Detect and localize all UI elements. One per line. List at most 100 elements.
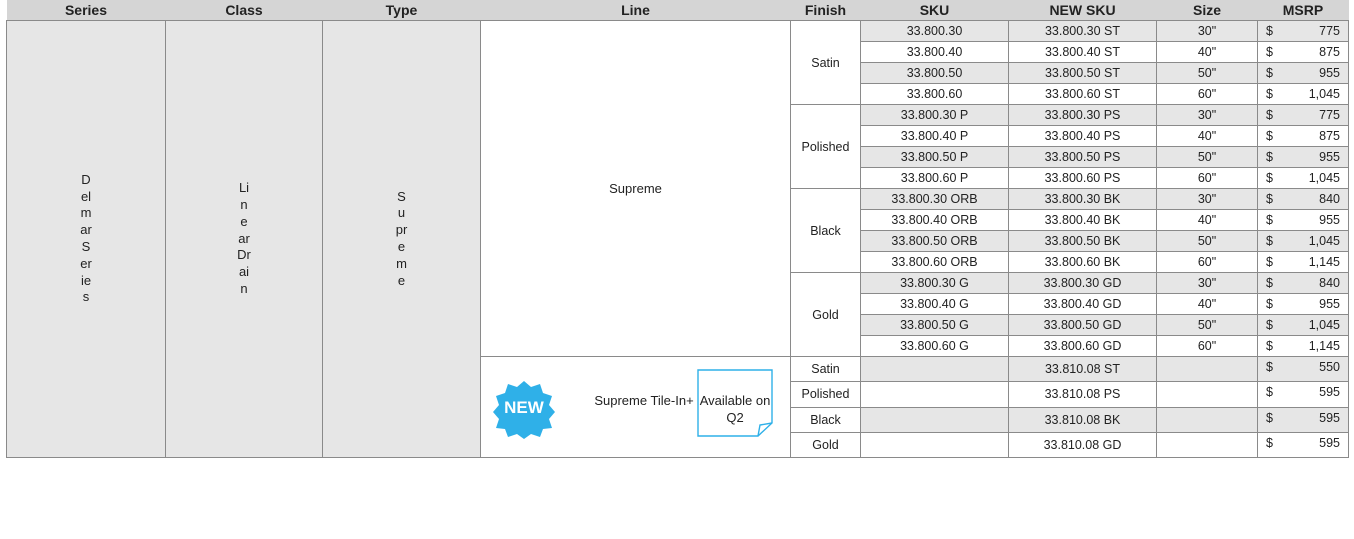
size-cell: 60" [1156,251,1258,273]
sku-cell: 33.800.50 P [860,146,1009,168]
type-cell-text: Supreme [395,188,408,288]
new-sku-cell: 33.810.08 PS [1008,381,1157,408]
sku-cell: 33.800.30 ORB [860,188,1009,210]
currency-symbol: $ [1266,410,1273,425]
new-sku-cell: 33.800.40 GD [1008,293,1157,315]
currency-symbol: $ [1266,360,1273,374]
header-class: Class [165,0,323,21]
sku-cell: 33.800.50 G [860,314,1009,336]
currency-symbol: $ [1266,213,1273,227]
new-sku-cell: 33.800.30 BK [1008,188,1157,210]
table-row: DelmarSeries LinearDrain Supreme Supreme Sat… [6,20,1349,458]
msrp-cell: $775 [1257,20,1349,42]
size-cell: 30" [1156,272,1258,294]
sku-cell [860,431,1009,459]
currency-symbol: $ [1266,234,1273,248]
msrp-cell: $1,045 [1257,314,1349,336]
msrp-cell: $595 [1257,381,1349,408]
size-cell: 50" [1156,314,1258,336]
finish-cell: Satin [790,355,861,383]
sku-cell: 33.800.30 P [860,104,1009,126]
finish-cell: Polished [790,381,861,408]
sku-cell: 33.800.60 [860,83,1009,105]
header-row: Series Class Type Line Finish SKU NEW SK… [6,0,1349,21]
sku-cell: 33.800.40 ORB [860,209,1009,231]
msrp-cell: $955 [1257,209,1349,231]
new-sku-cell: 33.810.08 BK [1008,406,1157,433]
series-cell: DelmarSeries [6,20,166,458]
size-cell [1156,406,1258,433]
availability-note: Available on Q2 [699,393,771,425]
msrp-value: 595 [1319,410,1340,425]
msrp-value: 775 [1319,108,1340,122]
size-cell: 60" [1156,167,1258,189]
msrp-cell: $875 [1257,125,1349,147]
finish-cell: Black [790,188,861,273]
msrp-cell: $955 [1257,293,1349,315]
size-cell [1156,355,1258,383]
sku-cell: 33.800.50 [860,62,1009,84]
currency-symbol: $ [1266,150,1273,164]
series-cell-text: DelmarSeries [80,171,92,305]
finish-cell: Gold [790,431,861,459]
sku-cell: 33.800.40 [860,41,1009,63]
currency-symbol: $ [1266,255,1273,269]
price-table: Series Class Type Line Finish SKU NEW SK… [6,0,1349,459]
size-cell: 40" [1156,293,1258,315]
type-cell: Supreme [322,20,481,458]
new-sku-cell: 33.800.60 BK [1008,251,1157,273]
currency-symbol: $ [1266,318,1273,332]
currency-symbol: $ [1266,339,1273,353]
msrp-value: 1,045 [1308,87,1340,101]
msrp-value: 595 [1319,385,1340,400]
size-cell: 30" [1156,188,1258,210]
new-sku-cell: 33.800.40 ST [1008,41,1157,63]
new-sku-cell: 33.800.30 PS [1008,104,1157,126]
msrp-value: 1,145 [1308,255,1340,269]
header-new-sku: NEW SKU [1008,0,1157,21]
sku-cell: 33.800.60 G [860,335,1009,357]
msrp-value: 875 [1319,129,1340,143]
new-sku-cell: 33.800.50 GD [1008,314,1157,336]
msrp-cell: $1,045 [1257,230,1349,252]
new-sku-cell: 33.800.60 PS [1008,167,1157,189]
msrp-cell: $1,145 [1257,251,1349,273]
header-sku: SKU [860,0,1009,21]
sku-cell [860,355,1009,383]
header-size: Size [1156,0,1258,21]
msrp-value: 1,045 [1308,171,1340,185]
size-cell [1156,431,1258,459]
currency-symbol: $ [1266,276,1273,290]
new-sku-cell: 33.810.08 GD [1008,431,1157,459]
msrp-value: 955 [1319,150,1340,164]
new-sku-cell: 33.800.50 ST [1008,62,1157,84]
size-cell: 30" [1156,20,1258,42]
msrp-value: 595 [1319,435,1340,450]
msrp-cell: $1,145 [1257,335,1349,357]
currency-symbol: $ [1266,192,1273,206]
sku-cell: 33.800.30 [860,20,1009,42]
msrp-cell: $955 [1257,62,1349,84]
header-series: Series [6,0,166,21]
new-badge-label: NEW [504,398,544,417]
class-cell: LinearDrain [165,20,323,458]
currency-symbol: $ [1266,108,1273,122]
header-finish: Finish [790,0,861,21]
finish-cell: Satin [790,20,861,105]
size-cell: 60" [1156,83,1258,105]
size-cell: 50" [1156,62,1258,84]
sku-cell: 33.800.50 ORB [860,230,1009,252]
new-sku-cell: 33.800.60 ST [1008,83,1157,105]
sku-cell: 33.800.60 P [860,167,1009,189]
new-sku-cell: 33.800.60 GD [1008,335,1157,357]
new-sku-cell: 33.800.50 BK [1008,230,1157,252]
size-cell: 30" [1156,104,1258,126]
msrp-cell: $595 [1257,431,1349,459]
msrp-cell: $1,045 [1257,167,1349,189]
sku-cell: 33.800.60 ORB [860,251,1009,273]
msrp-value: 550 [1319,360,1340,374]
msrp-value: 775 [1319,24,1340,38]
msrp-cell: $840 [1257,188,1349,210]
sku-cell [860,381,1009,408]
size-cell [1156,381,1258,408]
